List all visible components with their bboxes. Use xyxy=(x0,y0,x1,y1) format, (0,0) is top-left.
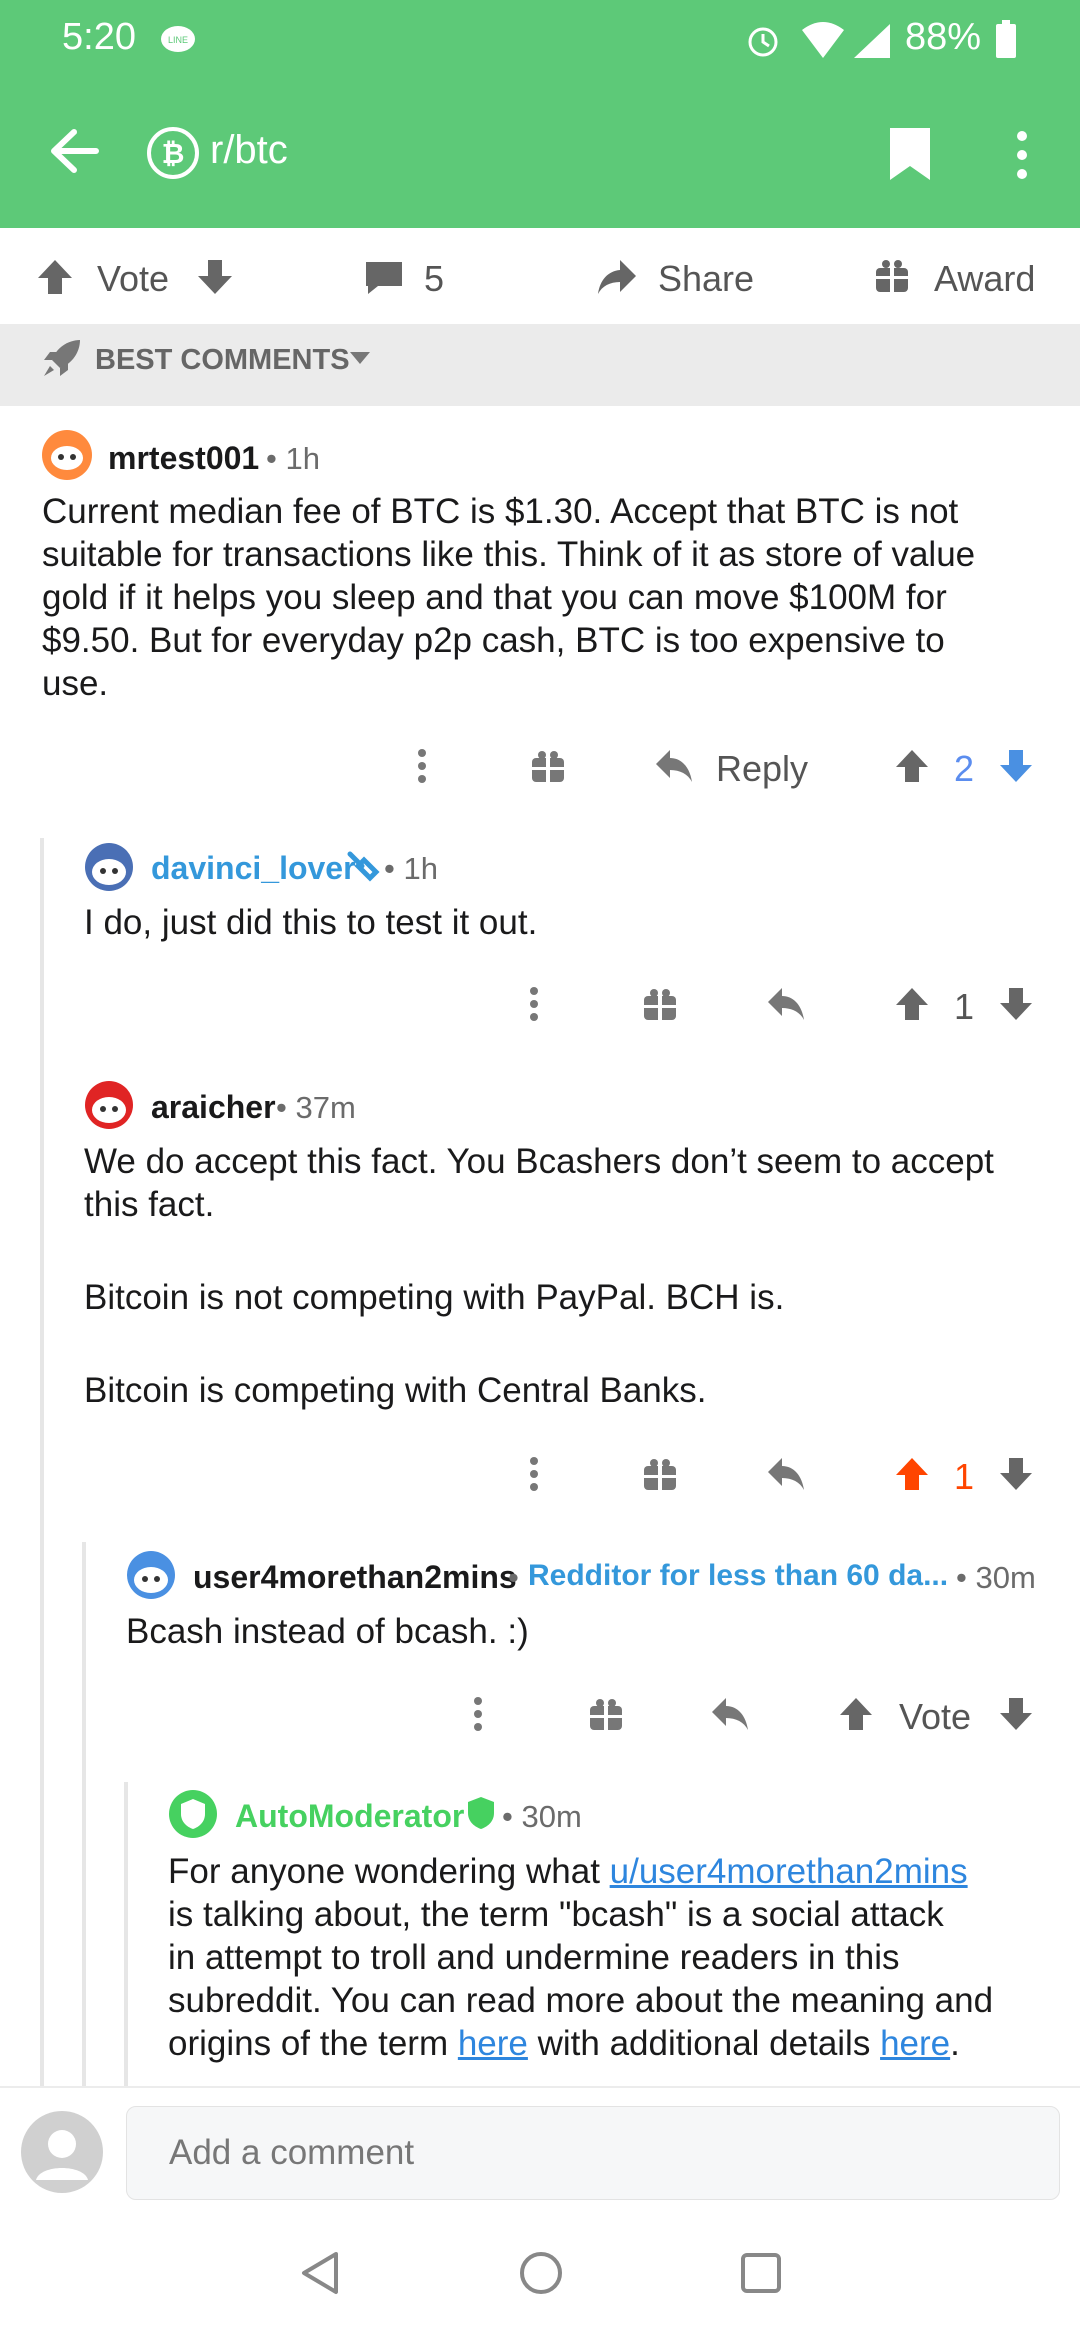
rocket-icon xyxy=(42,338,82,378)
user-link[interactable]: u/user4morethan2mins xyxy=(610,1852,968,1891)
comment-author[interactable]: AutoModerator xyxy=(235,1798,464,1835)
award-gift-icon[interactable] xyxy=(642,986,678,1022)
avatar[interactable] xyxy=(168,1789,218,1839)
reply-label[interactable]: Reply xyxy=(716,748,808,790)
upvote-icon[interactable] xyxy=(894,986,930,1022)
comment-time: • 1h xyxy=(384,851,438,886)
score: 1 xyxy=(954,1456,975,1497)
comment-body: For anyone wondering what u/user4moretha… xyxy=(168,1852,994,2063)
comments-icon[interactable] xyxy=(364,260,404,296)
more-options-icon[interactable] xyxy=(524,1456,544,1492)
share-icon[interactable] xyxy=(596,258,638,296)
sort-bar[interactable]: BEST COMMENTS xyxy=(0,324,1080,406)
comment-author[interactable]: araicher xyxy=(151,1089,276,1126)
home-circle-icon[interactable] xyxy=(518,2250,564,2296)
chevron-down-icon xyxy=(348,350,372,366)
award-label[interactable]: Award xyxy=(934,258,1035,300)
score: 1 xyxy=(954,986,975,1027)
comment-time: • 37m xyxy=(276,1090,356,1125)
meta-separator: • xyxy=(508,1560,519,1595)
back-arrow-icon[interactable] xyxy=(46,126,102,176)
award-gift-icon[interactable] xyxy=(588,1696,624,1732)
avatar[interactable] xyxy=(126,1550,176,1600)
add-comment-placeholder: Add a comment xyxy=(169,2133,415,2172)
comments-count: 5 xyxy=(424,258,445,299)
bitcoin-subreddit-icon: ₿ xyxy=(146,126,200,180)
add-comment-input[interactable]: Add a comment xyxy=(126,2106,1060,2200)
status-time: 5:20 xyxy=(62,16,136,58)
user-avatar-placeholder-icon[interactable] xyxy=(20,2110,104,2194)
here-link-2[interactable]: here xyxy=(880,2024,950,2063)
comment-body: Current median fee of BTC is $1.30. Acce… xyxy=(42,492,976,703)
comment-time: • 1h xyxy=(266,441,320,476)
battery-icon xyxy=(996,20,1016,58)
thread-line[interactable] xyxy=(124,1782,128,2088)
award-gift-icon[interactable] xyxy=(530,748,566,784)
vote-label: Vote xyxy=(899,1696,972,1737)
more-options-icon[interactable] xyxy=(468,1696,488,1732)
more-options-icon[interactable] xyxy=(412,748,432,784)
moderator-wrench-icon xyxy=(346,850,380,884)
comment-time: • 30m xyxy=(956,1560,1036,1595)
upvote-icon[interactable] xyxy=(838,1696,874,1732)
wifi-icon xyxy=(800,22,846,60)
thread-line[interactable] xyxy=(40,838,44,2088)
downvote-icon[interactable] xyxy=(998,1696,1034,1732)
subreddit-title[interactable]: r/btc xyxy=(210,128,288,173)
bookmark-icon[interactable] xyxy=(888,126,932,182)
svg-text:₿: ₿ xyxy=(162,138,185,169)
back-triangle-icon[interactable] xyxy=(298,2250,342,2296)
moderator-shield-icon xyxy=(466,1795,496,1831)
thread-line[interactable] xyxy=(82,1542,86,2088)
signal-icon xyxy=(852,22,892,60)
app-header: 5:20 LINE 88% ₿ r/btc xyxy=(0,0,1080,228)
downvote-icon[interactable] xyxy=(196,258,234,296)
comment-author[interactable]: mrtest001 xyxy=(108,440,259,477)
downvote-icon[interactable] xyxy=(998,986,1034,1022)
award-gift-icon[interactable] xyxy=(874,258,910,294)
comment-composer-bar: Add a comment xyxy=(0,2086,1080,2204)
reply-icon[interactable] xyxy=(766,1456,806,1492)
award-gift-icon[interactable] xyxy=(642,1456,678,1492)
downvote-icon[interactable] xyxy=(998,748,1034,784)
reply-icon[interactable] xyxy=(710,1696,750,1732)
comment-body: Bcash instead of bcash. :) xyxy=(126,1612,529,1651)
downvote-icon[interactable] xyxy=(998,1456,1034,1492)
post-action-bar: Vote 5 Share Award xyxy=(0,228,1080,324)
more-options-icon[interactable] xyxy=(1012,130,1032,180)
upvote-icon[interactable] xyxy=(36,258,74,296)
sort-label: BEST COMMENTS xyxy=(95,344,350,376)
more-options-icon[interactable] xyxy=(524,986,544,1022)
alarm-icon xyxy=(745,22,781,58)
comment-author[interactable]: davinci_lover xyxy=(151,850,356,887)
vote-label: Vote xyxy=(97,258,170,299)
score: 2 xyxy=(954,748,975,789)
battery-percent: 88% xyxy=(905,16,982,58)
share-label[interactable]: Share xyxy=(658,258,754,300)
avatar[interactable] xyxy=(84,1080,134,1130)
comment-body: We do accept this fact. You Bcashers don… xyxy=(84,1142,994,1410)
comment-time: • 30m xyxy=(502,1799,582,1834)
reply-icon[interactable] xyxy=(654,748,694,784)
reply-icon[interactable] xyxy=(766,986,806,1022)
avatar[interactable] xyxy=(84,842,134,892)
user-flair: Redditor for less than 60 da... xyxy=(528,1559,949,1592)
comment-body: I do, just did this to test it out. xyxy=(84,903,538,942)
svg-text:LINE: LINE xyxy=(168,35,188,45)
recents-square-icon[interactable] xyxy=(740,2252,782,2294)
line-notification-icon: LINE xyxy=(160,24,196,56)
comment-author[interactable]: user4morethan2mins xyxy=(193,1559,517,1596)
upvote-icon[interactable] xyxy=(894,748,930,784)
upvote-icon[interactable] xyxy=(894,1456,930,1492)
system-nav-bar xyxy=(0,2204,1080,2340)
here-link-1[interactable]: here xyxy=(458,2024,528,2063)
avatar[interactable] xyxy=(42,430,92,480)
